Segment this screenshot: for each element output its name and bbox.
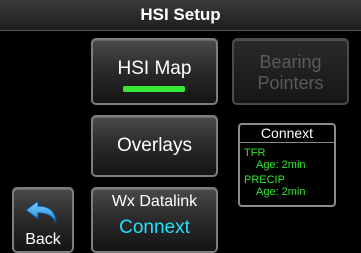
hsi-map-selected-indicator <box>123 86 185 92</box>
bearing-pointers-label-line2: Pointers <box>257 73 324 93</box>
bearing-pointers-label-line1: Bearing <box>259 52 322 72</box>
overlays-label: Overlays <box>117 135 192 156</box>
precip-label: PRECIP <box>244 174 285 186</box>
bearing-pointers-button[interactable]: Bearing Pointers <box>232 38 349 105</box>
connext-status-title: Connext <box>240 125 334 143</box>
back-button[interactable]: Back <box>12 187 74 253</box>
hsi-map-label: HSI Map <box>117 58 192 79</box>
precip-status: PRECIP Age: 2min <box>244 174 332 198</box>
page-title-text: HSI Setup <box>140 5 221 24</box>
wx-datalink-button[interactable]: Wx Datalink Connext <box>91 187 218 253</box>
wx-datalink-value: Connext <box>119 217 190 238</box>
precip-age: Age: 2min <box>256 186 306 198</box>
hsi-map-button[interactable]: HSI Map <box>91 38 218 105</box>
connext-status-panel: Connext TFR Age: 2min PRECIP Age: 2min <box>238 123 336 207</box>
page-title: HSI Setup <box>0 0 361 31</box>
back-arrow-icon <box>25 200 57 224</box>
tfr-label: TFR <box>244 147 266 159</box>
wx-datalink-label: Wx Datalink <box>111 193 198 210</box>
overlays-button[interactable]: Overlays <box>91 115 218 177</box>
tfr-age: Age: 2min <box>256 159 306 171</box>
back-label: Back <box>25 231 61 248</box>
tfr-status: TFR Age: 2min <box>244 147 332 171</box>
